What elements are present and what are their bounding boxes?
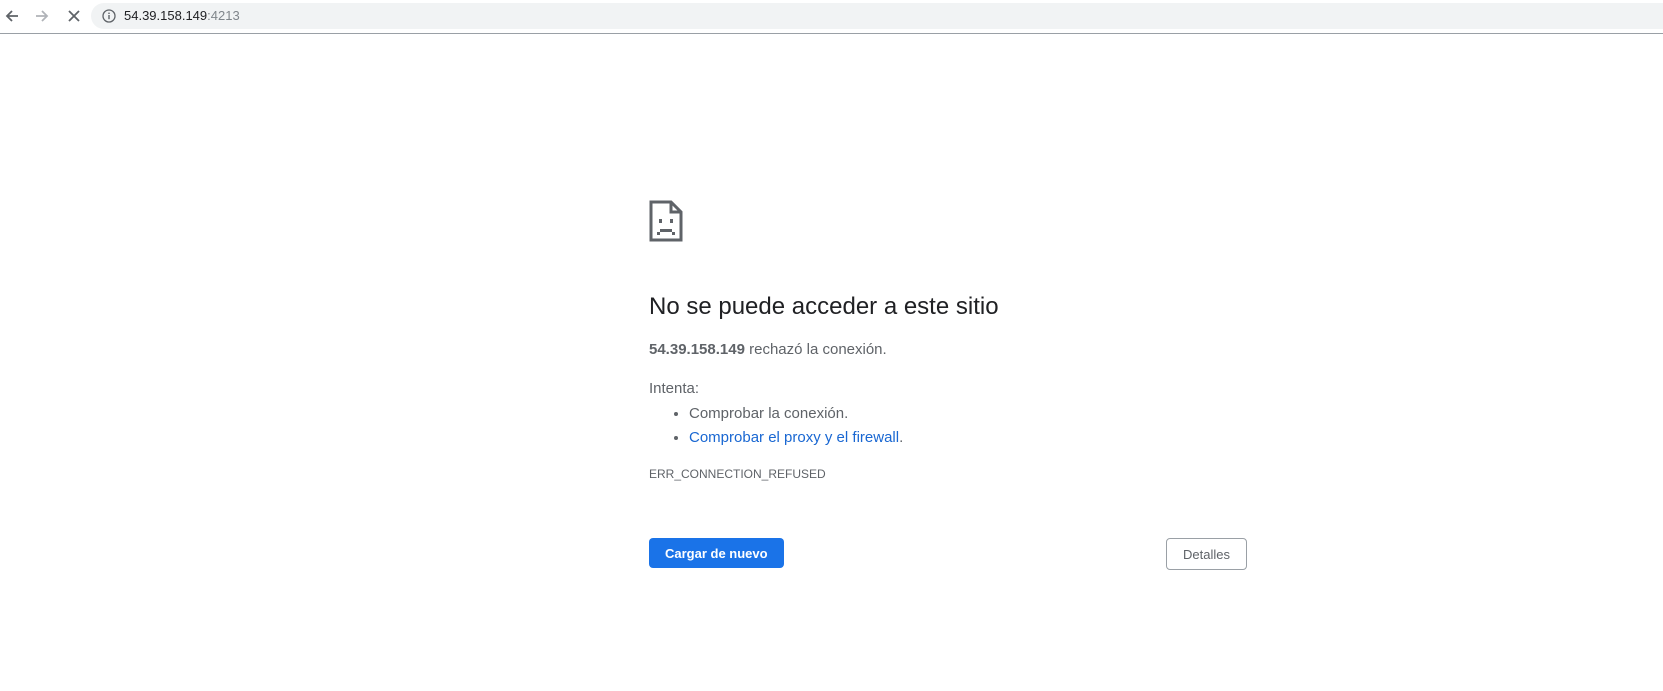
suggestions-label: Intenta: — [649, 380, 700, 397]
error-summary: 54.39.158.149 rechazó la conexión. — [649, 340, 887, 360]
suggestion-check-connection: Comprobar la conexión. — [689, 405, 849, 422]
reload-button[interactable]: Cargar de nuevo — [649, 538, 784, 568]
page-title: No se puede acceder a este sitio — [649, 293, 999, 320]
arrow-left-icon — [5, 10, 18, 22]
error-code: ERR_CONNECTION_REFUSED — [649, 467, 826, 481]
browser-toolbar: 54.39.158.149:4213 — [0, 0, 1663, 34]
suggestion-check-proxy-link[interactable]: Comprobar el proxy y el firewall — [689, 429, 899, 446]
close-icon — [68, 10, 80, 22]
sad-page-icon — [649, 200, 683, 242]
info-icon[interactable] — [102, 9, 116, 23]
url-host: 54.39.158.149 — [124, 8, 208, 23]
arrow-right-icon — [36, 10, 49, 22]
address-bar[interactable]: 54.39.158.149:4213 — [91, 3, 1663, 29]
back-button[interactable] — [0, 4, 24, 28]
stop-button[interactable] — [62, 4, 86, 28]
details-button[interactable]: Detalles — [1166, 538, 1247, 570]
error-host: 54.39.158.149 — [649, 341, 745, 358]
error-summary-text: rechazó la conexión. — [744, 341, 887, 358]
url-port: :4213 — [207, 8, 240, 23]
suggestion-item: Comprobar la conexión. — [689, 402, 903, 426]
suggestions-list: Comprobar la conexión. Comprobar el prox… — [649, 402, 903, 450]
url-text[interactable]: 54.39.158.149:4213 — [124, 8, 240, 24]
forward-button[interactable] — [30, 4, 54, 28]
suggestion-item: Comprobar el proxy y el firewall. — [689, 426, 903, 450]
suggestion-period: . — [899, 429, 904, 446]
